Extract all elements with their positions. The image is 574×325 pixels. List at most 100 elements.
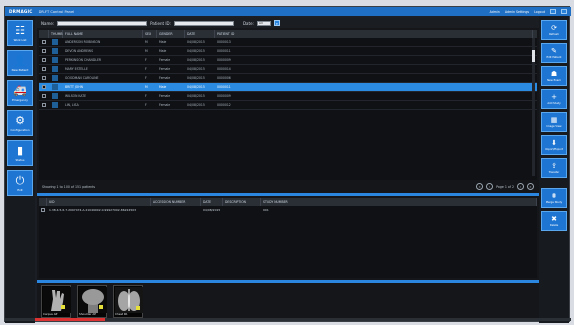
row-checkbox[interactable]: [42, 84, 46, 89]
row-select[interactable]: [39, 57, 49, 63]
minimize-button[interactable]: [550, 9, 556, 14]
study-col-date[interactable]: DATE: [201, 198, 223, 206]
patient-date: 04/08/2015: [187, 76, 205, 80]
study-col-uid[interactable]: UID: [47, 198, 151, 206]
row-select[interactable]: [39, 66, 49, 72]
study-row-check[interactable]: [39, 207, 47, 213]
row-checkbox[interactable]: [42, 102, 46, 107]
configuration-button[interactable]: ⚙ Configuration: [7, 110, 33, 136]
row-checkbox[interactable]: [42, 66, 46, 71]
patient-id-input[interactable]: [173, 20, 234, 26]
date-select[interactable]: All: [256, 20, 271, 26]
patient-row[interactable]: BRITT JOHN M Male 04/08/2015 0000011: [39, 83, 537, 92]
patient-icon: 👤: [13, 53, 27, 67]
col-gender[interactable]: GENDER: [157, 30, 185, 38]
patient-date: 04/08/2015: [187, 94, 205, 98]
study-row[interactable]: 1.38.4.5.6.7.2097474.A.21049002.0.999270…: [39, 206, 537, 214]
patient-date: 04/08/2015: [187, 40, 205, 44]
last-page-button[interactable]: »: [527, 183, 534, 190]
patient-date: 04/08/2015: [187, 103, 205, 107]
search-button[interactable]: ⌕: [273, 20, 280, 26]
patient-row[interactable]: WILSON KATE F Female 04/08/2015 0000009: [39, 92, 537, 101]
patient-row[interactable]: DEVON ANDREWS M Male 04/08/2015 0000011: [39, 47, 537, 56]
patient-id-label: Patient ID:: [150, 20, 171, 26]
right-sidebar: ⟳ Refresh ✎ Edit Patient ☗ New Exam + Ad…: [539, 16, 569, 323]
study-col-select[interactable]: [39, 198, 47, 206]
thumbnail-shoulder[interactable]: Shoulder AP: [77, 285, 107, 318]
col-patient-id[interactable]: PATIENT ID: [215, 30, 533, 38]
row-select[interactable]: [39, 84, 49, 90]
thumbnail-label: Chest PA: [115, 312, 128, 316]
row-checkbox[interactable]: [42, 39, 46, 44]
edit-patient-button[interactable]: ✎ Edit Patient: [541, 43, 567, 63]
transfer-button[interactable]: ⇪ Transfer: [541, 158, 567, 178]
patient-row[interactable]: MARY ESTELLE F Female 04/08/2015 0000014: [39, 65, 537, 74]
patient-row[interactable]: ANDERSON ROBINSON M Male 04/08/2015 0000013: [39, 38, 537, 47]
prev-page-button[interactable]: ‹: [486, 183, 494, 190]
row-checkbox[interactable]: [42, 75, 46, 80]
emergency-button[interactable]: 🚑 Emergency: [7, 80, 33, 106]
patient-row[interactable]: GOODMAN CAROLINE F Female 04/08/2015 0000006: [39, 74, 537, 83]
row-thumb: [49, 65, 63, 73]
col-select[interactable]: [39, 30, 49, 38]
worklist-button[interactable]: ☷ Work List: [7, 20, 33, 46]
delete-button[interactable]: ✖ Delete: [541, 211, 567, 231]
next-page-button[interactable]: ›: [517, 183, 524, 190]
row-select[interactable]: [39, 39, 49, 45]
study-col-study-number[interactable]: STUDY NUMBER: [261, 198, 537, 206]
first-page-button[interactable]: «: [476, 183, 484, 190]
pager-controls: « ‹ Page 1 of 2 › »: [476, 183, 534, 190]
patient-row[interactable]: LIN, LISA F Female 04/08/2015 0000012: [39, 101, 537, 110]
prev-page-icon: ‹: [488, 184, 491, 189]
row-select[interactable]: [39, 75, 49, 81]
exit-label: Exit: [17, 187, 23, 192]
grid-scroll-thumb[interactable]: [532, 50, 535, 62]
new-exam-label: New Exam: [547, 79, 561, 82]
import-export-button[interactable]: ⬇ Import/Export: [541, 135, 567, 155]
col-date[interactable]: DATE: [185, 30, 215, 38]
refresh-button[interactable]: ⟳ Refresh: [541, 20, 567, 40]
row-select[interactable]: [39, 48, 49, 54]
status-button[interactable]: ▮ Status: [7, 140, 33, 166]
row-select[interactable]: [39, 102, 49, 108]
last-page-icon: »: [529, 184, 532, 189]
logout-link[interactable]: Logout: [534, 10, 545, 14]
col-sex[interactable]: SEX: [143, 30, 157, 38]
add-study-button[interactable]: + Add Study: [541, 89, 567, 109]
patient-sex: F: [145, 76, 147, 80]
patient-thumbnail: [52, 47, 58, 54]
new-exam-button[interactable]: ☗ New Exam: [541, 66, 567, 86]
patient-name: DEVON ANDREWS: [65, 49, 94, 53]
patient-thumbnail: [52, 56, 58, 63]
close-button[interactable]: [561, 9, 567, 14]
row-thumb: [49, 83, 63, 91]
row-select[interactable]: [39, 93, 49, 99]
worklist-label: Work List: [13, 37, 27, 42]
user-link[interactable]: Admin: [490, 10, 500, 14]
col-thumb[interactable]: THUMB: [49, 30, 63, 38]
row-checkbox[interactable]: [42, 57, 46, 62]
exit-button[interactable]: ⏻ Exit: [7, 170, 33, 196]
image-view-button[interactable]: ▦ Image View: [541, 112, 567, 132]
row-checkbox[interactable]: [42, 93, 46, 98]
new-patient-button[interactable]: 👤 New Patient: [7, 50, 33, 76]
merge-study-button[interactable]: ⩩ Merge Study: [541, 188, 567, 208]
settings-link[interactable]: Admin Settings: [505, 10, 529, 14]
thumbnail-chest[interactable]: Chest PA: [113, 285, 143, 318]
patient-id: 0000013: [217, 40, 231, 44]
study-col-description[interactable]: DESCRIPTION: [223, 198, 261, 206]
row-checkbox[interactable]: [42, 48, 46, 53]
col-full-name[interactable]: FULL NAME: [63, 30, 143, 38]
thumbnail-carpus[interactable]: Carpus AP: [41, 285, 71, 318]
edit-icon: ✎: [551, 47, 557, 55]
name-input[interactable]: [57, 20, 148, 26]
row-thumb: [49, 101, 63, 109]
study-col-accession[interactable]: ACCESSION NUMBER: [151, 198, 201, 206]
patient-grid-header: THUMB FULL NAME SEX GENDER DATE PATIENT …: [39, 30, 537, 38]
grid-scrollbar[interactable]: [532, 38, 535, 176]
transfer-label: Transfer: [548, 171, 560, 174]
patient-date: 04/08/2015: [187, 58, 205, 62]
configuration-label: Configuration: [10, 127, 30, 132]
patient-row[interactable]: PERKINSON CHANDLER F Female 04/08/2015 00000…: [39, 56, 537, 65]
study-checkbox[interactable]: [41, 207, 45, 212]
